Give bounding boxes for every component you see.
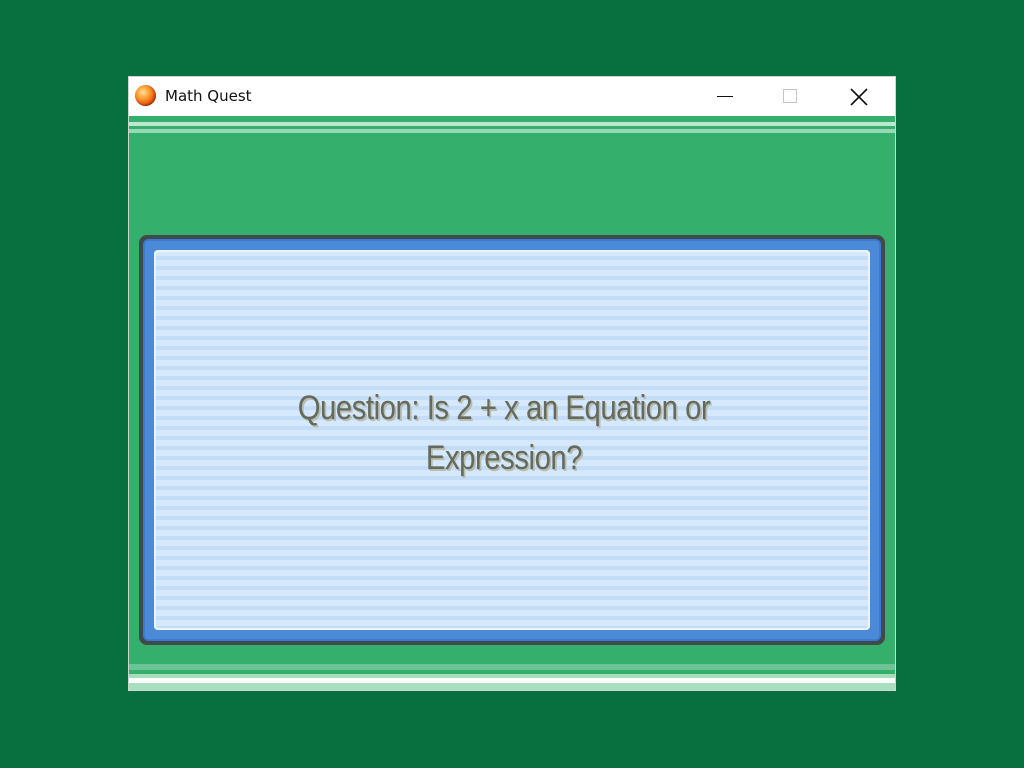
question-dialog: Question: Is 2 + x an Equation or Expres… <box>139 235 885 645</box>
game-screen: Question: Is 2 + x an Equation or Expres… <box>129 116 895 690</box>
dialog-panel: Question: Is 2 + x an Equation or Expres… <box>154 250 870 630</box>
window-title: Math Quest <box>165 87 252 105</box>
close-button[interactable] <box>836 77 882 116</box>
dialog-frame: Question: Is 2 + x an Equation or Expres… <box>143 239 881 641</box>
bottom-stripe-decoration <box>129 664 895 690</box>
title-bar[interactable]: Math Quest <box>129 77 895 116</box>
app-window: Math Quest Question: Is 2 + x an Equatio… <box>129 77 895 690</box>
orange-orb-icon <box>135 85 156 106</box>
maximize-button[interactable] <box>768 77 814 116</box>
question-text: Question: Is 2 + x an Equation or Expres… <box>297 389 711 477</box>
close-icon <box>850 88 868 106</box>
minimize-button[interactable] <box>702 77 748 116</box>
top-stripe-decoration <box>129 122 895 139</box>
